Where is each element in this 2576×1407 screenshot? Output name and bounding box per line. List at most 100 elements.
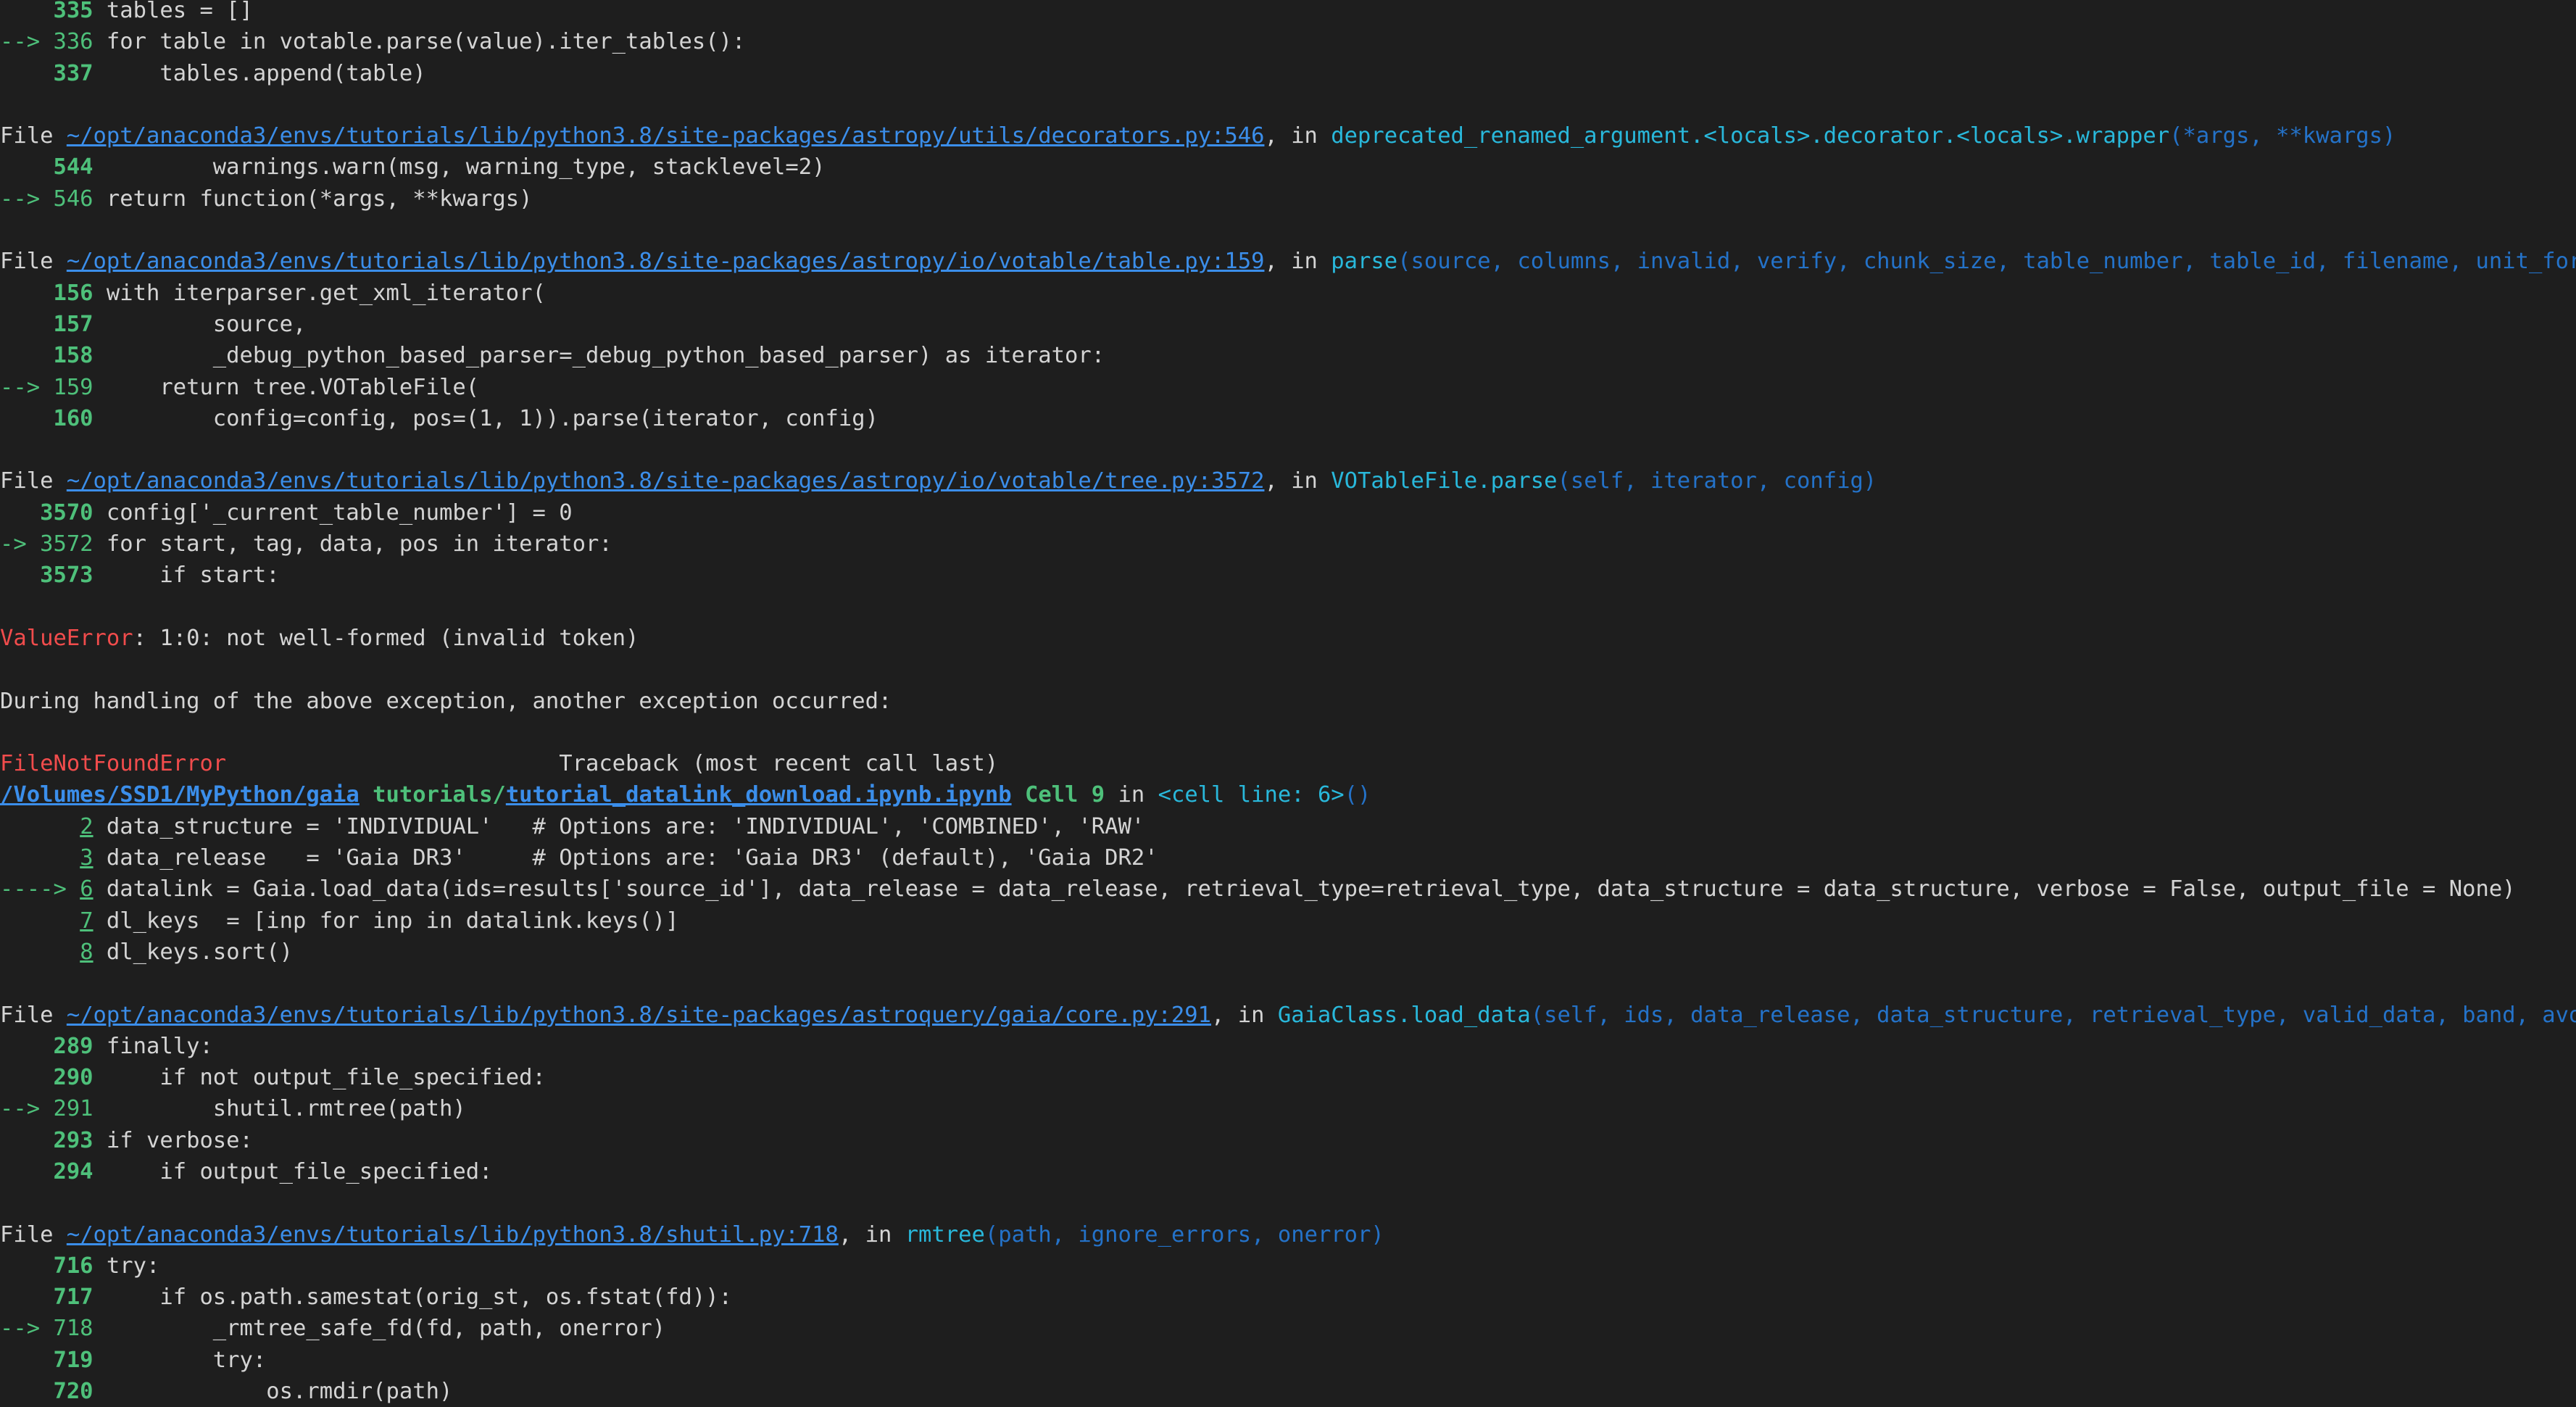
code-text: if verbose:	[106, 1127, 253, 1153]
line-number: 158	[0, 343, 107, 369]
line-number: 544	[0, 154, 107, 180]
file-link[interactable]: /Volumes/SSD1/MyPython/gaia	[0, 782, 360, 808]
traceback-line	[0, 89, 2576, 120]
code-text: Traceback (most recent call last)	[226, 751, 999, 777]
traceback-line: /Volumes/SSD1/MyPython/gaia tutorials/tu…	[0, 779, 2576, 810]
traceback-line: --> 546 return function(*args, **kwargs)	[0, 183, 2576, 215]
line-number: -> 3572	[0, 531, 107, 557]
traceback-line: 289 finally:	[0, 1031, 2576, 1062]
file-link[interactable]: ~/opt/anaconda3/envs/tutorials/lib/pytho…	[67, 468, 1265, 494]
traceback-line: --> 718 _rmtree_safe_fd(fd, path, onerro…	[0, 1313, 2576, 1344]
file-link[interactable]: tutorial_datalink_download.ipynb.ipynb	[506, 782, 1012, 808]
traceback-line	[0, 215, 2576, 246]
line-number: 716	[0, 1253, 107, 1279]
traceback-line: -> 3572 for start, tag, data, pos in ite…	[0, 528, 2576, 560]
code-text: dl_keys.sort()	[93, 939, 294, 965]
function-name: GaiaClass.load_data	[1277, 1002, 1531, 1028]
traceback-line	[0, 434, 2576, 465]
line-number: 157	[0, 311, 107, 337]
code-text: data_release = 'Gaia DR3' # Options are:…	[93, 845, 1158, 871]
traceback-line: 160 config=config, pos=(1, 1)).parse(ite…	[0, 403, 2576, 434]
line-number: 3573	[0, 563, 107, 589]
line-number: 289	[0, 1033, 107, 1059]
code-text: warnings.warn(msg, warning_type, stackle…	[106, 154, 826, 180]
traceback-line: 294 if output_file_specified:	[0, 1156, 2576, 1187]
traceback-output: 335 tables = [] --> 336 for table in vota…	[0, 0, 2576, 1407]
traceback-line	[0, 592, 2576, 623]
code-text: os.rmdir(path)	[106, 1379, 453, 1405]
code-text: config['_current_table_number'] = 0	[106, 499, 573, 526]
code-text: : 1:0: not well-formed (invalid token)	[133, 625, 639, 651]
traceback-line: 3 data_release = 'Gaia DR3' # Options ar…	[0, 842, 2576, 873]
function-args: (*args, **kwargs)	[2169, 123, 2396, 149]
line-number: 720	[0, 1379, 107, 1405]
traceback-line: 158 _debug_python_based_parser=_debug_py…	[0, 340, 2576, 371]
traceback-line: 3570 config['_current_table_number'] = 0	[0, 497, 2576, 528]
line-number: 337	[0, 60, 107, 86]
code-text: , in	[1264, 468, 1331, 494]
traceback-line: 717 if os.path.samestat(orig_st, os.fsta…	[0, 1282, 2576, 1313]
code-text: File	[0, 468, 67, 494]
traceback-line: 716 try:	[0, 1250, 2576, 1282]
code-text: File	[0, 249, 67, 275]
traceback-line: 2 data_structure = 'INDIVIDUAL' # Option…	[0, 811, 2576, 842]
function-args: (self, ids, data_release, data_structure…	[1530, 1002, 2576, 1028]
exception-name: ValueError	[0, 625, 133, 651]
traceback-line: File ~/opt/anaconda3/envs/tutorials/lib/…	[0, 465, 2576, 497]
code-text: finally:	[106, 1033, 213, 1059]
function-name: <cell line: 6>	[1158, 782, 1345, 808]
function-args: (self, iterator, config)	[1557, 468, 1877, 494]
traceback-line: 544 warnings.warn(msg, warning_type, sta…	[0, 152, 2576, 183]
function-args: (path, ignore_errors, onerror)	[984, 1221, 1384, 1248]
code-text: File	[0, 123, 67, 149]
file-link[interactable]: ~/opt/anaconda3/envs/tutorials/lib/pytho…	[67, 249, 1265, 274]
file-link[interactable]: ~/opt/anaconda3/envs/tutorials/lib/pytho…	[67, 1003, 1211, 1028]
line-link[interactable]: 2	[80, 814, 93, 839]
traceback-line: During handling of the above exception, …	[0, 686, 2576, 717]
function-args: (source, columns, invalid, verify, chunk…	[1397, 249, 2576, 275]
code-text: , in	[1264, 123, 1331, 149]
traceback-line: File ~/opt/anaconda3/envs/tutorials/lib/…	[0, 246, 2576, 277]
line-number: 293	[0, 1127, 107, 1153]
code-text: return function(*args, **kwargs)	[106, 186, 533, 212]
exception-name: FileNotFoundError	[0, 751, 227, 777]
code-text: source,	[106, 311, 307, 337]
line-number: --> 336	[0, 29, 107, 55]
line-number: 294	[0, 1158, 107, 1184]
traceback-line: FileNotFoundError Traceback (most recent…	[0, 748, 2576, 779]
traceback-line: 157 source,	[0, 309, 2576, 340]
code-text: , in	[1211, 1002, 1278, 1028]
traceback-line: --> 159 return tree.VOTableFile(	[0, 372, 2576, 403]
code-text: , in	[838, 1221, 905, 1248]
function-name: deprecated_renamed_argument.<locals>.dec…	[1331, 123, 2170, 149]
code-text: dl_keys = [inp for inp in datalink.keys(…	[93, 908, 679, 934]
line-number: 160	[0, 405, 107, 431]
traceback-line: 7 dl_keys = [inp for inp in datalink.key…	[0, 905, 2576, 937]
line-link[interactable]: 3	[80, 845, 93, 871]
function-name: parse	[1331, 249, 1398, 275]
line-link[interactable]: 6	[80, 876, 93, 902]
function-name: rmtree	[905, 1221, 985, 1248]
line-number: 3570	[0, 499, 107, 526]
line-number: 719	[0, 1347, 107, 1373]
line-link[interactable]: 8	[80, 939, 93, 965]
traceback-line: 719 try:	[0, 1345, 2576, 1376]
function-name: VOTableFile.parse	[1331, 468, 1558, 494]
line-number: 335	[0, 0, 107, 23]
traceback-line: 293 if verbose:	[0, 1125, 2576, 1156]
line-link[interactable]: 7	[80, 908, 93, 934]
traceback-line: --> 336 for table in votable.parse(value…	[0, 26, 2576, 57]
code-text: return tree.VOTableFile(	[106, 374, 480, 400]
line-number: 717	[0, 1284, 107, 1311]
line-number: --> 546	[0, 186, 107, 212]
code-text: if not output_file_specified:	[106, 1065, 546, 1091]
file-link[interactable]: ~/opt/anaconda3/envs/tutorials/lib/pytho…	[67, 123, 1265, 149]
file-link[interactable]: ~/opt/anaconda3/envs/tutorials/lib/pytho…	[67, 1222, 839, 1248]
line-number: --> 291	[0, 1096, 107, 1122]
code-text: datalink = Gaia.load_data(ids=results['s…	[93, 876, 2516, 902]
code-text: try:	[106, 1347, 267, 1373]
traceback-line: --> 291 shutil.rmtree(path)	[0, 1093, 2576, 1124]
